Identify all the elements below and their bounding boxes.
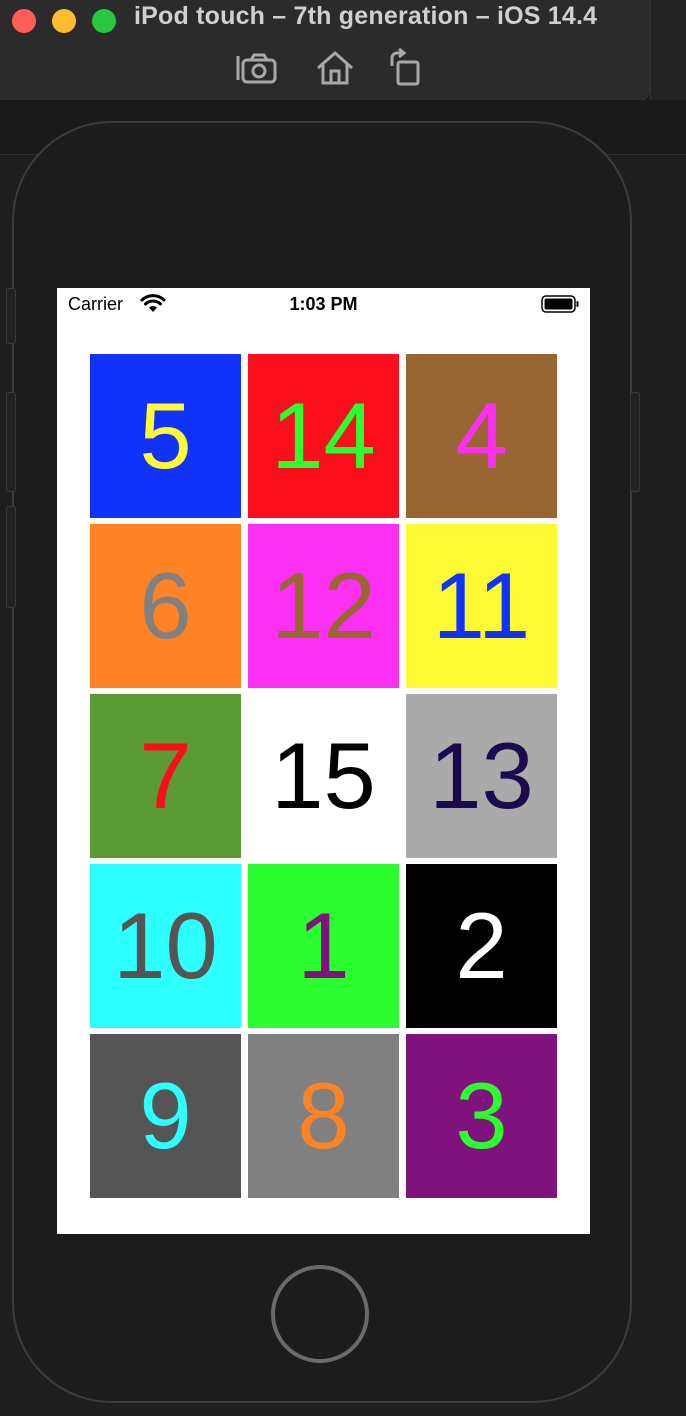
close-window-button[interactable] [12, 9, 36, 33]
simulator-title-bar: iPod touch – 7th generation – iOS 14.4 [0, 0, 650, 101]
puzzle-tile[interactable]: 14 [248, 354, 399, 518]
device-screen: Carrier 1:03 PM 5 14 4 6 12 11 7 15 13 10 1 2 9 8 3 [57, 288, 590, 1234]
volume-up-button[interactable] [6, 392, 16, 492]
puzzle-tile[interactable]: 3 [406, 1034, 557, 1198]
puzzle-tile[interactable]: 12 [248, 524, 399, 688]
puzzle-tile[interactable]: 11 [406, 524, 557, 688]
puzzle-tile[interactable]: 10 [90, 864, 241, 1028]
puzzle-tile[interactable]: 4 [406, 354, 557, 518]
window-edge [650, 0, 686, 100]
window-title: iPod touch – 7th generation – iOS 14.4 [134, 2, 598, 30]
power-button[interactable] [630, 392, 640, 492]
puzzle-tile[interactable]: 2 [406, 864, 557, 1028]
screenshot-icon[interactable] [234, 48, 280, 88]
puzzle-tile[interactable]: 5 [90, 354, 241, 518]
puzzle-tile[interactable]: 7 [90, 694, 241, 858]
puzzle-tile[interactable]: 6 [90, 524, 241, 688]
puzzle-grid: 5 14 4 6 12 11 7 15 13 10 1 2 9 8 3 [90, 354, 557, 1198]
mute-switch[interactable] [6, 288, 16, 344]
puzzle-tile[interactable]: 1 [248, 864, 399, 1028]
puzzle-tile[interactable]: 8 [248, 1034, 399, 1198]
minimize-window-button[interactable] [52, 9, 76, 33]
zoom-window-button[interactable] [92, 9, 116, 33]
volume-down-button[interactable] [6, 506, 16, 608]
status-bar: Carrier 1:03 PM [57, 288, 590, 322]
home-button[interactable] [271, 1265, 369, 1363]
battery-icon [541, 295, 579, 313]
home-icon[interactable] [312, 48, 358, 88]
puzzle-tile[interactable]: 9 [90, 1034, 241, 1198]
puzzle-tile[interactable]: 13 [406, 694, 557, 858]
status-time: 1:03 PM [289, 294, 358, 314]
puzzle-tile[interactable]: 15 [248, 694, 399, 858]
rotate-icon[interactable] [384, 47, 430, 88]
